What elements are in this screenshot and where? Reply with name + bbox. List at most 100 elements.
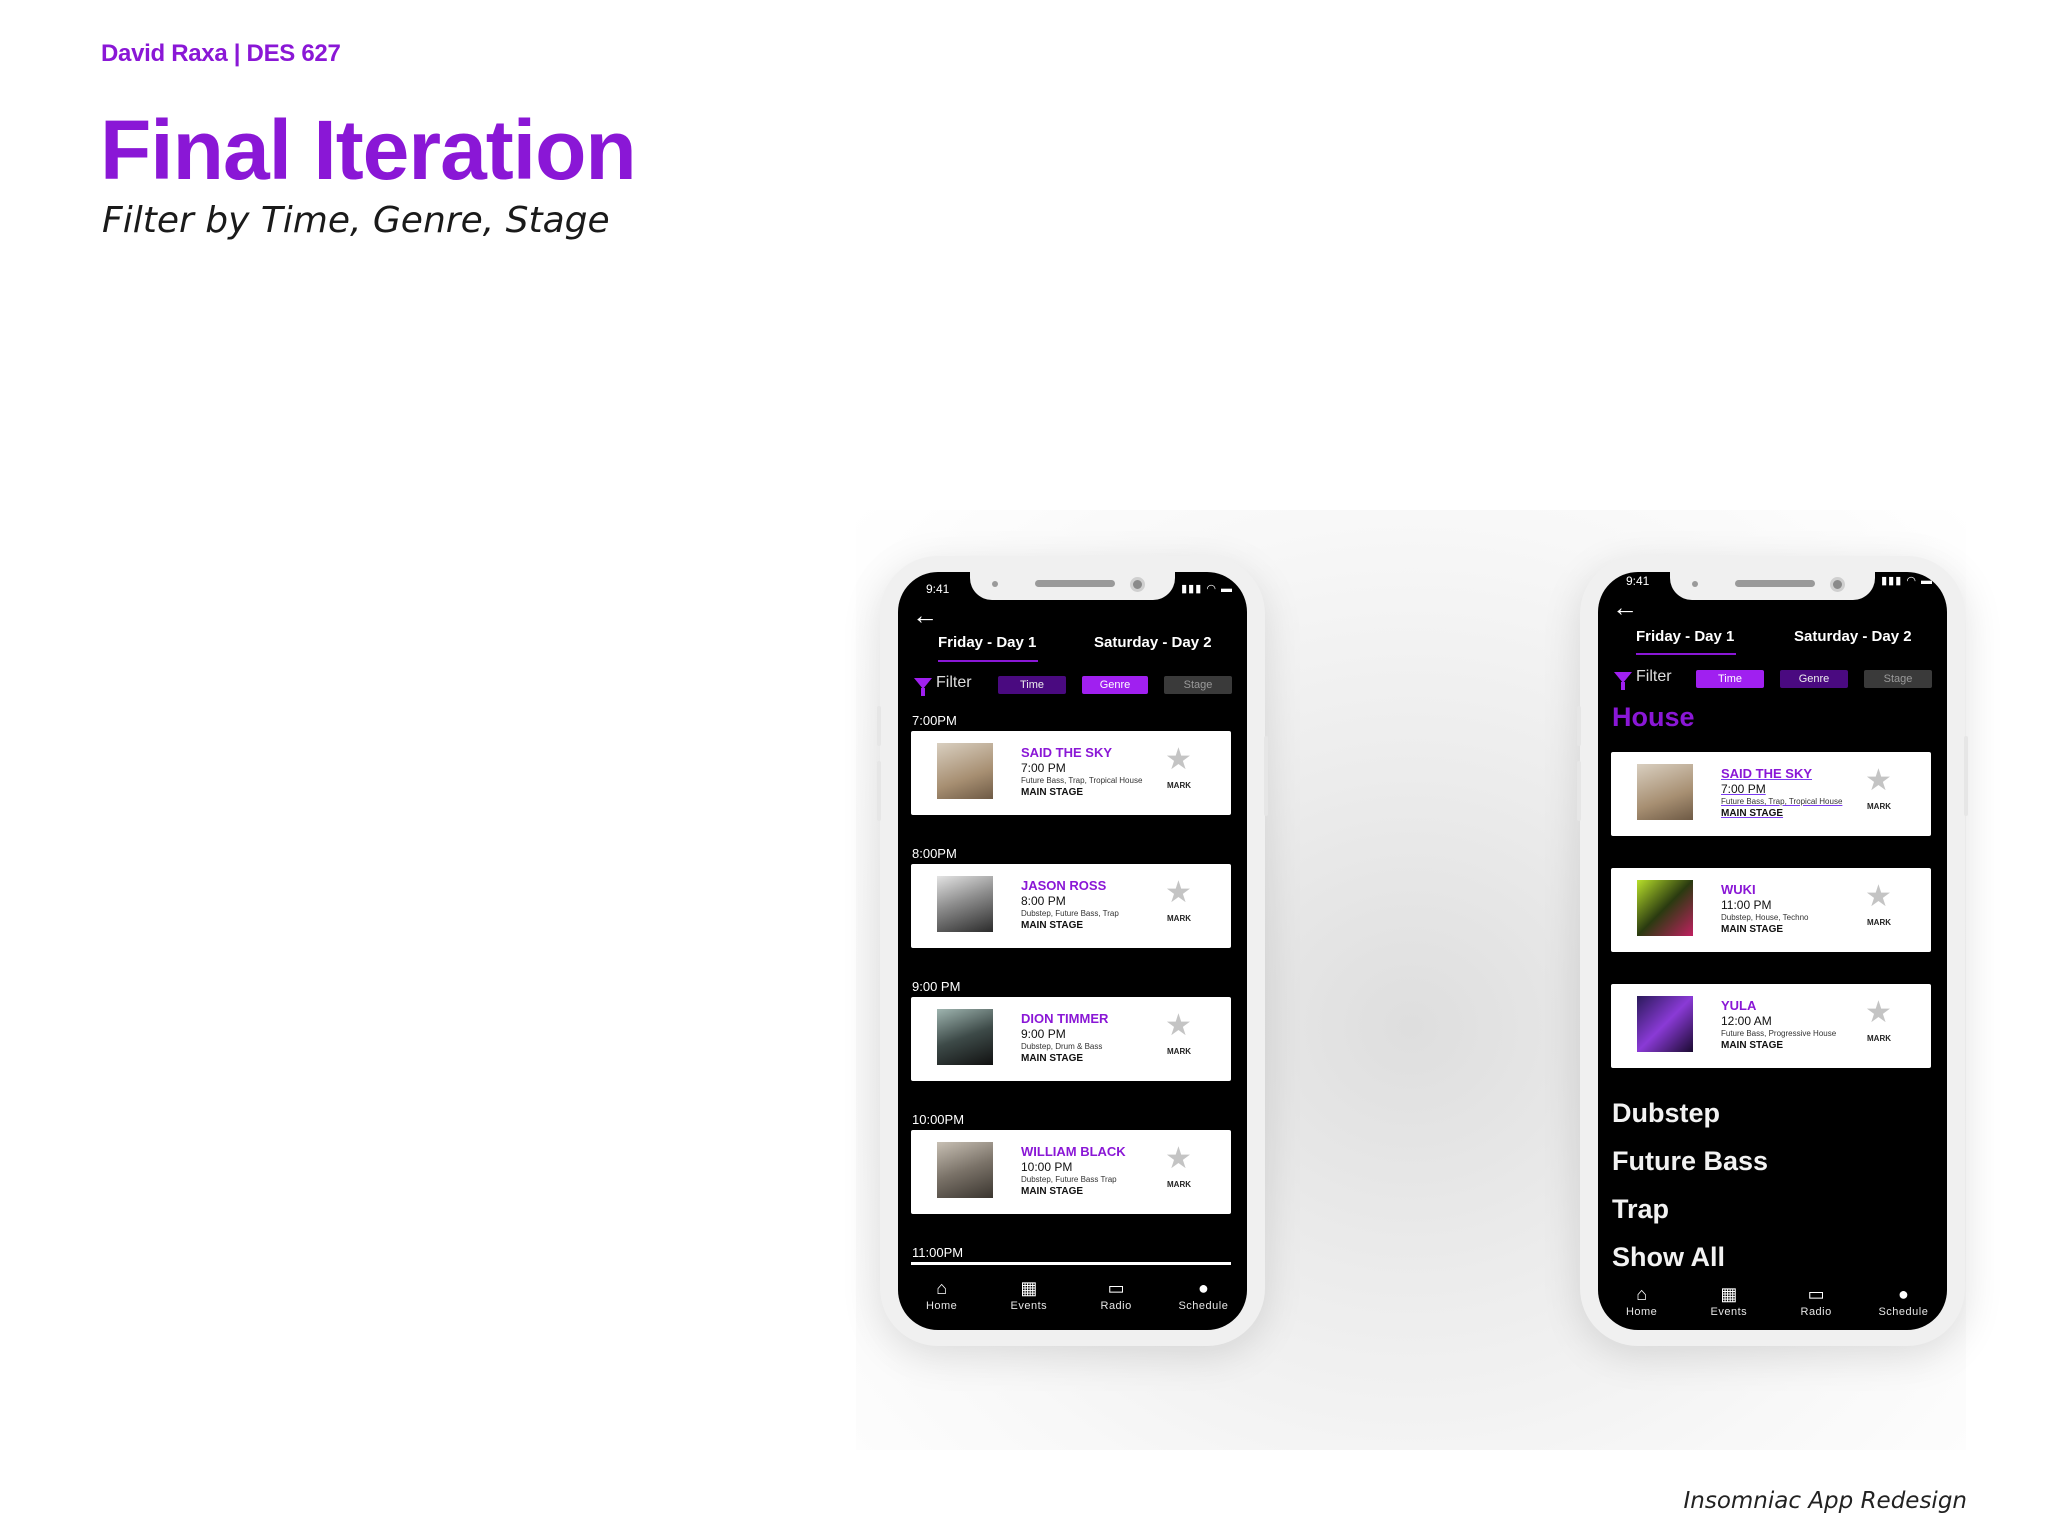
tab-saturday-day-2[interactable]: Saturday - Day 2 (1794, 628, 1912, 645)
time-filter-chip[interactable]: Time (998, 676, 1066, 694)
page-subtitle: Filter by Time, Genre, Stage (102, 200, 610, 241)
artist-name: WUKI (1721, 882, 1756, 897)
next-card-edge (911, 1262, 1231, 1265)
star-icon[interactable]: ★ (1165, 1011, 1192, 1041)
phone-side-button (1577, 706, 1581, 746)
filter-row: Filter (914, 674, 990, 696)
signal-wifi-battery-icon: ▮▮▮ ◠ ▬ (1181, 583, 1233, 595)
back-arrow-icon[interactable]: ← (1612, 592, 1638, 623)
back-arrow-icon[interactable]: ← (912, 600, 938, 631)
status-time: 9:41 (1626, 574, 1650, 588)
mark-label: MARK (1167, 914, 1191, 923)
phone-side-button (1577, 761, 1581, 821)
artist-avatar (937, 1009, 993, 1065)
nav-home[interactable]: ⌂ Home (907, 1278, 977, 1312)
nav-label: Home (1625, 1306, 1658, 1318)
set-time: 12:00 AM (1721, 1014, 1772, 1028)
phone-screen: 9:41 ▮▮▮ ◠ ▬ ← Friday - Day 1 Saturday -… (1598, 572, 1947, 1330)
bottom-tab-bar: ⌂ Home ▦ Events ▭ Radio ● Schedule (898, 1278, 1247, 1312)
artist-card[interactable]: DION TIMMER 9:00 PM Dubstep, Drum & Bass… (911, 997, 1231, 1081)
stage-name: MAIN STAGE (1021, 1053, 1084, 1064)
mark-label: MARK (1167, 781, 1191, 790)
artist-name: WILLIAM BLACK (1021, 1144, 1126, 1159)
tab-friday-day-1[interactable]: Friday - Day 1 (938, 634, 1036, 651)
stage-name: MAIN STAGE (1021, 1186, 1084, 1197)
time-slot-label: 10:00PM (912, 1112, 965, 1127)
time-slot-label: 11:00PM (912, 1245, 964, 1260)
nav-schedule[interactable]: ● Schedule (1868, 1284, 1938, 1318)
genre-filter-chip[interactable]: Genre (1780, 670, 1848, 688)
nav-label: Radio (1800, 1306, 1832, 1318)
mark-label: MARK (1867, 918, 1891, 927)
nav-events[interactable]: ▦ Events (994, 1278, 1064, 1312)
stage-filter-chip[interactable]: Stage (1864, 670, 1932, 688)
tab-friday-day-1[interactable]: Friday - Day 1 (1636, 628, 1734, 645)
star-icon[interactable]: ★ (1865, 882, 1892, 912)
artist-card[interactable]: SAID THE SKY 7:00 PM Future Bass, Trap, … (1611, 752, 1931, 836)
bottom-tab-bar: ⌂ Home ▦ Events ▭ Radio ● Schedule (1598, 1284, 1947, 1318)
star-icon[interactable]: ★ (1865, 998, 1892, 1028)
radio-icon: ▭ (1807, 1284, 1825, 1304)
status-time: 9:41 (926, 582, 950, 596)
artist-card[interactable]: WUKI 11:00 PM Dubstep, House, Techno MAI… (1611, 868, 1931, 952)
active-tab-indicator (938, 660, 1038, 662)
set-time: 11:00 PM (1721, 898, 1772, 912)
star-icon[interactable]: ★ (1165, 745, 1192, 775)
filter-icon (1614, 671, 1632, 690)
genre-option-future-bass[interactable]: Future Bass (1612, 1146, 1768, 1177)
nav-radio[interactable]: ▭ Radio (1081, 1278, 1151, 1312)
genre-heading: House (1612, 702, 1695, 732)
tab-saturday-day-2[interactable]: Saturday - Day 2 (1094, 634, 1212, 651)
star-icon[interactable]: ★ (1865, 766, 1892, 796)
stage-filter-chip[interactable]: Stage (1164, 676, 1232, 694)
phone-mockup-genre: 9:41 ▮▮▮ ◠ ▬ ← Friday - Day 1 Saturday -… (1577, 556, 1968, 1346)
nav-label: Schedule (1178, 1300, 1229, 1312)
artist-card[interactable]: WILLIAM BLACK 10:00 PM Dubstep, Future B… (911, 1130, 1231, 1214)
nav-schedule[interactable]: ● Schedule (1168, 1278, 1238, 1312)
phone-side-button (877, 706, 881, 746)
set-time: 9:00 PM (1021, 1027, 1066, 1041)
home-icon: ⌂ (936, 1278, 948, 1298)
page-title: Final Iteration (100, 103, 637, 197)
phone-notch (970, 572, 1175, 600)
nav-home[interactable]: ⌂ Home (1607, 1284, 1677, 1318)
star-icon[interactable]: ★ (1165, 878, 1192, 908)
genre-option-dubstep[interactable]: Dubstep (1612, 1098, 1720, 1129)
artist-card[interactable]: YULA 12:00 AM Future Bass, Progressive H… (1611, 984, 1931, 1068)
genre-option-show-all[interactable]: Show All (1612, 1242, 1725, 1273)
nav-label: Home (925, 1300, 958, 1312)
artist-name: JASON ROSS (1021, 878, 1107, 893)
artist-avatar (937, 876, 993, 932)
phone-screen: 9:41 ▮▮▮ ◠ ▬ ← Friday - Day 1 Saturday -… (898, 572, 1247, 1330)
artist-avatar (937, 743, 993, 799)
genre-filter-chip[interactable]: Genre (1082, 676, 1148, 694)
mark-label: MARK (1867, 1034, 1891, 1043)
user-circle-icon: ● (1197, 1278, 1209, 1298)
active-tab-indicator (1636, 653, 1736, 655)
signal-wifi-battery-icon: ▮▮▮ ◠ ▬ (1881, 575, 1933, 587)
time-slot-label: 8:00PM (912, 846, 957, 861)
artist-genres: Dubstep, Future Bass, Trap (1021, 909, 1119, 918)
stage-name: MAIN STAGE (1721, 924, 1784, 935)
mark-label: MARK (1167, 1047, 1191, 1056)
artist-card[interactable]: SAID THE SKY 7:00 PM Future Bass, Trap, … (911, 731, 1231, 815)
artist-name: YULA (1721, 998, 1757, 1013)
star-icon[interactable]: ★ (1165, 1144, 1192, 1174)
artist-avatar (1637, 764, 1693, 820)
artist-card[interactable]: JASON ROSS 8:00 PM Dubstep, Future Bass,… (911, 864, 1231, 948)
time-slot-label: 7:00PM (912, 713, 957, 728)
artist-genres: Dubstep, Drum & Bass (1021, 1042, 1103, 1051)
set-time: 7:00 PM (1721, 782, 1766, 796)
calendar-icon: ▦ (1020, 1278, 1038, 1298)
nav-events[interactable]: ▦ Events (1694, 1284, 1764, 1318)
user-circle-icon: ● (1897, 1284, 1909, 1304)
artist-genres: Dubstep, Future Bass Trap (1021, 1175, 1117, 1184)
stage-name: MAIN STAGE (1021, 787, 1084, 798)
phone-side-button (877, 761, 881, 821)
genre-option-trap[interactable]: Trap (1612, 1194, 1669, 1225)
nav-radio[interactable]: ▭ Radio (1781, 1284, 1851, 1318)
artist-avatar (1637, 880, 1693, 936)
mark-label: MARK (1867, 802, 1891, 811)
artist-avatar (1637, 996, 1693, 1052)
time-filter-chip[interactable]: Time (1696, 670, 1764, 688)
